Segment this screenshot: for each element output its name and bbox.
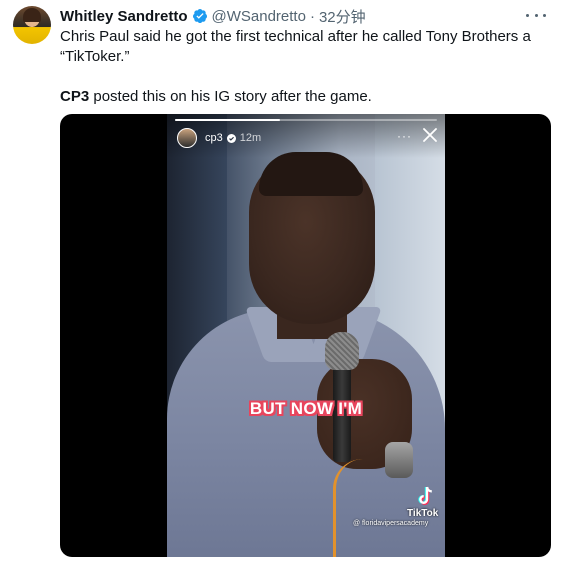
instagram-story-frame: cp3 12m ··· BUT NOW I'M TikTok @ florida…	[167, 114, 445, 557]
tweet-text-paragraph-2: CP3 posted this on his IG story after th…	[60, 87, 540, 107]
more-options-icon[interactable]	[526, 8, 546, 22]
story-avatar	[177, 128, 197, 148]
separator-dot: ·	[309, 7, 315, 25]
tiktok-logo-icon	[418, 486, 432, 505]
story-username: cp3	[205, 132, 223, 144]
microphone-icon	[325, 332, 359, 370]
wristwatch	[385, 442, 413, 478]
tweet-text-paragraph-1: Chris Paul said he got the first technic…	[60, 28, 531, 65]
person-hair	[259, 152, 363, 196]
tweet-text-paragraph-2-rest: posted this on his IG story after the ga…	[89, 88, 372, 105]
tweet-text: Chris Paul said he got the first technic…	[60, 27, 540, 107]
story-progress-bar	[175, 119, 437, 121]
story-time: 12m	[239, 132, 262, 144]
story-progress-fill	[175, 119, 280, 121]
close-icon	[423, 128, 437, 142]
tiktok-watermark: TikTok	[407, 508, 439, 519]
tweet-header: Whitley Sandretto @WSandretto · 32分钟	[60, 6, 366, 27]
post-timestamp[interactable]: 32分钟	[319, 6, 366, 27]
author-avatar[interactable]	[13, 6, 51, 44]
video-caption: BUT NOW I'M	[249, 399, 363, 418]
media-video[interactable]: cp3 12m ··· BUT NOW I'M TikTok @ florida…	[60, 114, 551, 557]
verified-badge-icon	[192, 9, 207, 23]
story-user-info: cp3 12m	[205, 132, 261, 144]
author-handle[interactable]: @WSandretto	[212, 8, 306, 25]
tiktok-watermark-handle: @ floridavipersacademy	[353, 520, 429, 527]
microphone-cable	[333, 459, 373, 557]
story-verified-icon	[226, 133, 236, 143]
tweet: Whitley Sandretto @WSandretto · 32分钟 Chr…	[0, 0, 562, 567]
story-more-icon: ···	[397, 129, 412, 143]
mention-link[interactable]: CP3	[60, 88, 89, 105]
author-name[interactable]: Whitley Sandretto	[60, 8, 188, 25]
